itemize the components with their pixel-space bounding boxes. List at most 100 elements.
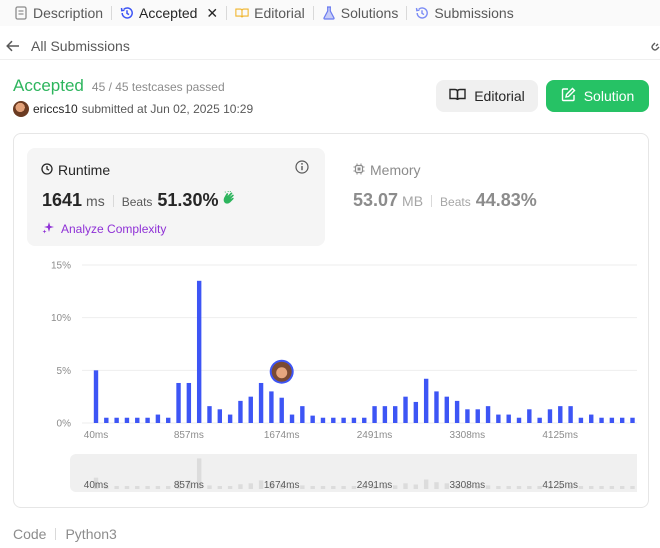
- chart-bar[interactable]: [217, 409, 223, 423]
- x-tick-label: 4125ms: [542, 430, 578, 441]
- tab-divider: [226, 6, 228, 20]
- navigator-bar: [434, 482, 439, 489]
- chart-bar[interactable]: [516, 417, 522, 423]
- back-label: All Submissions: [31, 37, 130, 54]
- navigator-bar: [413, 484, 419, 489]
- tab-solutions[interactable]: Solutions: [316, 0, 405, 26]
- chart-bar[interactable]: [485, 406, 491, 423]
- chart-bar[interactable]: [475, 409, 480, 423]
- navigator-bar: [578, 486, 584, 489]
- chart-bar[interactable]: [186, 382, 192, 423]
- navigator-bar: [155, 486, 161, 489]
- navigator-tick-label: 4125ms: [542, 480, 578, 491]
- submission-detail-card: Runtime 1641 ms Beats 51.30% Analyze Com…: [13, 133, 649, 508]
- chart-bar[interactable]: [279, 397, 284, 423]
- chart-bar[interactable]: [413, 401, 419, 423]
- clock-icon: [41, 162, 53, 178]
- runtime-title: Runtime: [58, 162, 111, 178]
- sparkle-icon: [42, 220, 56, 237]
- arrow-left-icon[interactable]: [6, 38, 22, 54]
- chart-bar[interactable]: [207, 406, 212, 423]
- chart-bar[interactable]: [465, 409, 470, 423]
- chart-bar[interactable]: [227, 414, 233, 423]
- language-label[interactable]: Python3: [65, 526, 116, 542]
- tab-label: Description: [33, 5, 104, 21]
- runtime-distribution-chart[interactable]: 15% 10% 5% 0% 40ms 857ms 1674ms 2491ms 3308ms 412…: [27, 256, 637, 496]
- tab-accepted[interactable]: Accepted ✕: [114, 0, 224, 26]
- chart-bar[interactable]: [630, 417, 635, 423]
- chart-bar[interactable]: [506, 414, 511, 423]
- chart-bar[interactable]: [341, 417, 346, 423]
- chart-bar[interactable]: [527, 409, 532, 423]
- chart-bar[interactable]: [444, 396, 449, 423]
- navigator-bar: [403, 483, 408, 489]
- tab-label: Accepted: [139, 5, 198, 21]
- chart-bar[interactable]: [351, 417, 357, 423]
- chart-bar[interactable]: [578, 417, 584, 423]
- chart-bar[interactable]: [196, 280, 202, 423]
- marker-avatar-face: [276, 367, 288, 379]
- tab-submissions[interactable]: Submissions: [409, 0, 519, 26]
- chart-bar[interactable]: [320, 417, 326, 423]
- memory-value: 53.07: [353, 190, 399, 210]
- chart-bar[interactable]: [609, 417, 615, 423]
- chart-bar[interactable]: [599, 417, 604, 423]
- chart-bar[interactable]: [135, 417, 140, 423]
- all-submissions-link[interactable]: All Submissions: [0, 32, 660, 60]
- chart-bar[interactable]: [423, 378, 429, 423]
- chart-bar[interactable]: [619, 417, 625, 423]
- chart-bar[interactable]: [155, 414, 161, 423]
- share-icon[interactable]: [650, 38, 660, 52]
- chart-bar[interactable]: [403, 396, 408, 423]
- chart-bar[interactable]: [176, 382, 181, 423]
- chart-bar[interactable]: [568, 406, 573, 423]
- tab-editorial[interactable]: Editorial: [229, 0, 311, 26]
- beats-label: Beats: [440, 195, 471, 209]
- tab-description[interactable]: Description: [8, 0, 109, 26]
- chart-bar[interactable]: [372, 406, 377, 423]
- navigator-bar: [619, 486, 625, 489]
- chart-bar[interactable]: [114, 417, 119, 423]
- chart-bar[interactable]: [289, 414, 295, 423]
- runtime-panel[interactable]: Runtime 1641 ms Beats 51.30% Analyze Com…: [27, 148, 325, 246]
- memory-header: Memory: [353, 162, 421, 178]
- chart-bar[interactable]: [454, 400, 460, 423]
- memory-panel[interactable]: Memory 53.07 MB Beats 44.83%: [353, 148, 623, 246]
- username[interactable]: ericcs10: [33, 102, 78, 116]
- analyze-complexity-link[interactable]: Analyze Complexity: [42, 220, 166, 237]
- chart-bar[interactable]: [382, 406, 388, 423]
- solution-button[interactable]: Solution: [546, 80, 649, 112]
- avatar[interactable]: [13, 101, 29, 117]
- navigator-bar: [444, 483, 449, 489]
- chart-bar[interactable]: [238, 400, 243, 423]
- info-icon[interactable]: [295, 160, 309, 174]
- close-icon[interactable]: ✕: [206, 5, 218, 22]
- user-runtime-marker[interactable]: [269, 359, 294, 384]
- chart-bar[interactable]: [300, 406, 305, 423]
- x-tick-label: 2491ms: [357, 430, 393, 441]
- chart-bar[interactable]: [589, 414, 594, 423]
- chart-bar[interactable]: [93, 370, 99, 423]
- editorial-button[interactable]: Editorial: [436, 80, 538, 112]
- chart-bar[interactable]: [248, 396, 253, 423]
- chart-bar[interactable]: [558, 406, 563, 423]
- chart-bar[interactable]: [362, 417, 367, 423]
- chart-bar[interactable]: [331, 417, 336, 423]
- chart-bar[interactable]: [124, 417, 130, 423]
- navigator-bar: [485, 485, 491, 489]
- navigator-bar: [166, 486, 171, 489]
- chart-bar[interactable]: [496, 414, 501, 423]
- chart-bar[interactable]: [537, 417, 542, 423]
- chart-bar[interactable]: [434, 391, 439, 423]
- chart-bar[interactable]: [166, 417, 171, 423]
- chart-bar[interactable]: [104, 417, 109, 423]
- navigator-bar: [217, 486, 223, 489]
- chart-bar[interactable]: [258, 382, 264, 423]
- chart-bar[interactable]: [393, 406, 398, 423]
- code-label: Code: [13, 526, 47, 542]
- navigator-bar: [537, 486, 542, 489]
- chart-bar[interactable]: [269, 391, 274, 423]
- chart-bar[interactable]: [145, 417, 150, 423]
- chart-bar[interactable]: [547, 409, 553, 423]
- chart-bar[interactable]: [310, 415, 315, 423]
